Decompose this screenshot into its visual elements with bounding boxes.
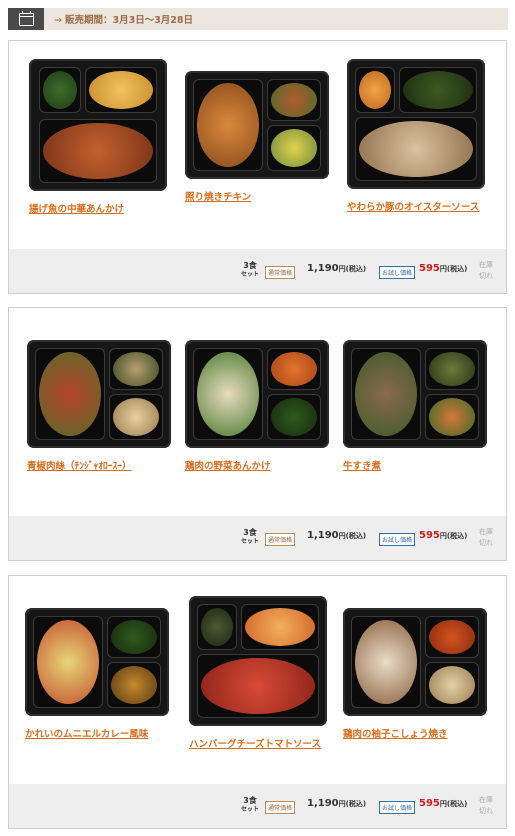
price-bar: 3食 セット 通常価格 1,190円(税込) お試し価格 595円(税込) 在庫切…	[9, 784, 506, 828]
menu-item[interactable]: 照り焼きチキン	[185, 59, 335, 204]
product-card-2: 青椒肉絲（ﾁﾝｼﾞｬｵﾛｰｽｰ） 鶏肉の野菜あんかけ 牛すき煮 3食 セット 通常…	[8, 307, 507, 561]
product-card-3: かれいのムニエルカレー風味 ハンバーグチーズトマトソース 鶏肉の柚子こしょう焼き…	[8, 575, 507, 829]
meal-tray-image	[27, 340, 171, 448]
menu-item[interactable]: 青椒肉絲（ﾁﾝｼﾞｬｵﾛｰｽｰ）	[27, 326, 177, 473]
regular-price: 1,190円(税込)	[307, 530, 367, 541]
meal-tray-image	[25, 608, 169, 716]
regular-price: 1,190円(税込)	[307, 798, 367, 809]
menu-item-name[interactable]: 揚げ魚の中華あんかけ	[29, 203, 179, 216]
sale-price-badge: お試し価格	[379, 533, 416, 546]
menu-item[interactable]: 揚げ魚の中華あんかけ	[29, 59, 179, 216]
sale-price: 595円(税込)	[419, 798, 468, 809]
menu-item[interactable]: かれいのムニエルカレー風味	[25, 594, 175, 741]
regular-price-badge: 通常価格	[265, 801, 296, 814]
set-label: 3食 セット	[241, 796, 260, 813]
price-bar: 3食 セット 通常価格 1,190円(税込) お試し価格 595円(税込) 在庫切…	[9, 249, 506, 293]
meal-tray-image	[189, 596, 327, 726]
sale-price-badge: お試し価格	[379, 801, 416, 814]
stock-status: 在庫切れ	[479, 796, 493, 815]
meal-tray-image	[343, 608, 487, 716]
menu-item[interactable]: ハンバーグチーズトマトソース	[189, 594, 339, 751]
regular-price-badge: 通常価格	[265, 266, 296, 279]
calendar-icon	[8, 8, 44, 30]
meal-tray-image	[185, 71, 329, 179]
meal-tray-image	[347, 59, 485, 189]
menu-item-name[interactable]: 鶏肉の野菜あんかけ	[185, 460, 335, 473]
menu-item[interactable]: やわらか豚のオイスターソース	[347, 59, 497, 214]
regular-price: 1,190円(税込)	[307, 263, 367, 274]
meal-tray-image	[343, 340, 487, 448]
sales-period-text: → 販売期間：3月3日～3月28日	[54, 15, 194, 26]
menu-item[interactable]: 牛すき煮	[343, 326, 493, 473]
set-label: 3食 セット	[241, 528, 260, 545]
stock-status: 在庫切れ	[479, 528, 493, 547]
product-card-1: 揚げ魚の中華あんかけ 照り焼きチキン やわらか豚のオイスターソース 3食 セット …	[8, 40, 507, 294]
sales-period-bar: → 販売期間：3月3日～3月28日	[8, 8, 508, 30]
menu-item-name[interactable]: 鶏肉の柚子こしょう焼き	[343, 728, 493, 741]
menu-item-name[interactable]: かれいのムニエルカレー風味	[25, 728, 175, 741]
meal-tray-image	[185, 340, 329, 448]
sale-price: 595円(税込)	[419, 263, 468, 274]
arrow-icon: →	[54, 15, 62, 26]
set-label: 3食 セット	[241, 261, 260, 278]
menu-item-name[interactable]: やわらか豚のオイスターソース	[347, 201, 497, 214]
menu-item-name[interactable]: ハンバーグチーズトマトソース	[189, 738, 339, 751]
sale-price: 595円(税込)	[419, 530, 468, 541]
price-bar: 3食 セット 通常価格 1,190円(税込) お試し価格 595円(税込) 在庫切…	[9, 516, 506, 560]
menu-item[interactable]: 鶏肉の柚子こしょう焼き	[343, 594, 493, 741]
regular-price-badge: 通常価格	[265, 533, 296, 546]
menu-item-name[interactable]: 青椒肉絲（ﾁﾝｼﾞｬｵﾛｰｽｰ）	[27, 460, 177, 473]
menu-item[interactable]: 鶏肉の野菜あんかけ	[185, 326, 335, 473]
sale-price-badge: お試し価格	[379, 266, 416, 279]
stock-status: 在庫切れ	[479, 261, 493, 280]
menu-item-name[interactable]: 照り焼きチキン	[185, 191, 335, 204]
menu-item-name[interactable]: 牛すき煮	[343, 460, 493, 473]
meal-tray-image	[29, 59, 167, 191]
